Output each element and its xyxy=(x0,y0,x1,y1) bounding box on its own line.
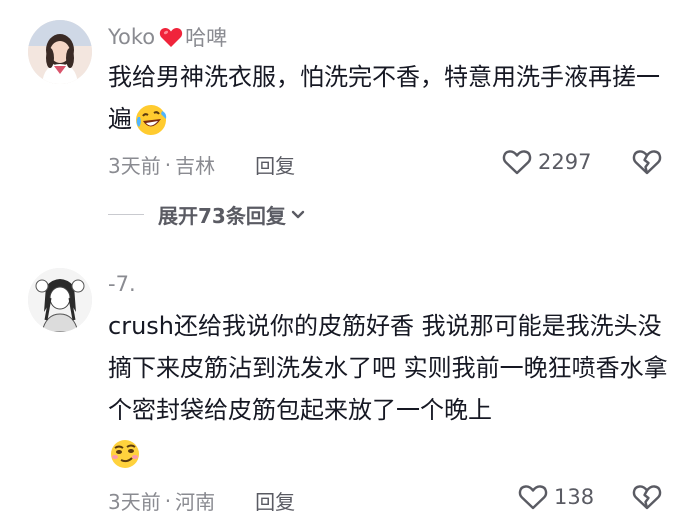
dislike-button[interactable] xyxy=(632,483,662,515)
expand-line xyxy=(108,214,144,215)
username-text: -7. xyxy=(108,272,136,296)
broken-heart-icon xyxy=(632,483,662,511)
comment-location: 吉林 xyxy=(175,154,216,178)
avatar[interactable] xyxy=(28,268,92,332)
username-text: Yoko xyxy=(108,25,156,49)
smug-face-emoji-icon xyxy=(108,436,142,470)
comment-meta: 3天前 · 河南 回复 xyxy=(108,486,295,515)
comment-text-body: 我给男神洗衣服，怕洗完不香，特意用洗手液再搓一遍 xyxy=(108,63,660,133)
reply-button[interactable]: 回复 xyxy=(255,150,295,179)
avatar[interactable] xyxy=(28,20,92,84)
username[interactable]: Yoko 哈啤 xyxy=(108,22,227,52)
username[interactable]: -7. xyxy=(108,272,136,296)
heart-outline-icon xyxy=(502,148,532,176)
meta-separator: · xyxy=(164,152,172,177)
reply-button[interactable]: 回复 xyxy=(255,486,295,515)
broken-heart-icon xyxy=(632,148,662,176)
comment-time: 3天前 xyxy=(108,490,161,514)
comment-meta: 3天前 · 吉林 回复 xyxy=(108,150,295,179)
chevron-down-icon xyxy=(290,209,306,221)
username-suffix: 哈啤 xyxy=(185,26,228,50)
heart-outline-icon xyxy=(518,483,548,511)
expand-replies-button[interactable]: 展开73条回复 xyxy=(108,200,306,229)
expand-replies-label: 展开73条回复 xyxy=(158,204,286,228)
comment-text: 我给男神洗衣服，怕洗完不香，特意用洗手液再搓一遍 xyxy=(108,56,668,140)
comment-text: crush还给我说你的皮筋好香 我说那可能是我洗头没摘下来皮筋沾到洗发水了吧 实… xyxy=(108,305,668,473)
meta-separator: · xyxy=(164,488,172,513)
red-heart-icon xyxy=(159,26,183,48)
like-button[interactable]: 138 xyxy=(518,483,594,511)
like-count: 2297 xyxy=(538,150,592,174)
dislike-button[interactable] xyxy=(632,148,662,180)
comment-time: 3天前 xyxy=(108,154,161,178)
like-count: 138 xyxy=(554,485,595,509)
like-button[interactable]: 2297 xyxy=(502,148,591,176)
laughing-crying-emoji-icon xyxy=(134,103,168,137)
comment-location: 河南 xyxy=(175,490,216,514)
comment-text-body: crush还给我说你的皮筋好香 我说那可能是我洗头没摘下来皮筋沾到洗发水了吧 实… xyxy=(108,312,668,424)
